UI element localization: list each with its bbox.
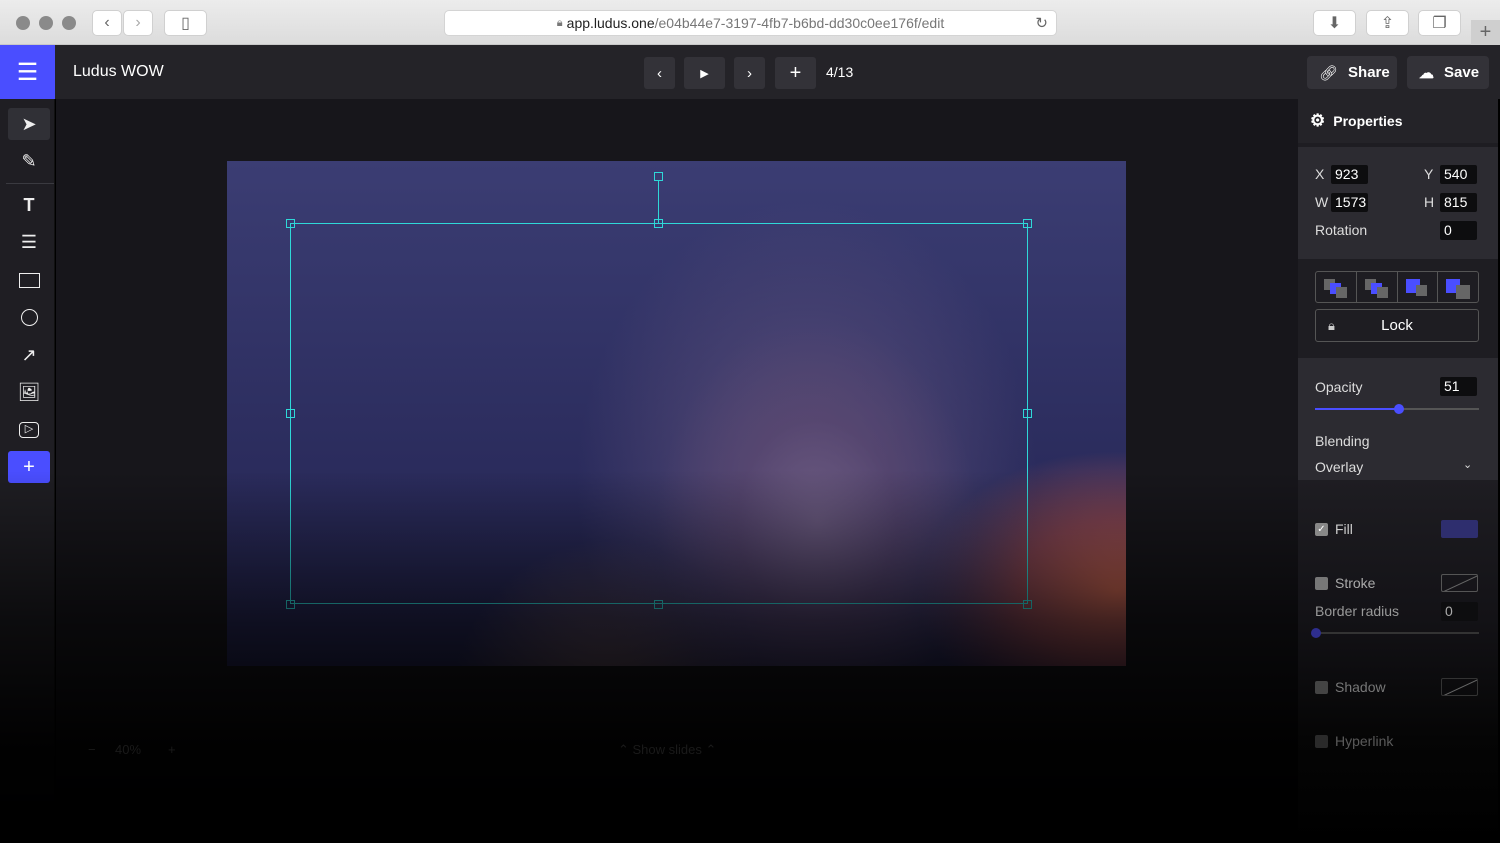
pen-tool-icon[interactable]: ✎ <box>8 145 50 177</box>
send-backward-icon[interactable] <box>1357 272 1398 302</box>
sidebar-toggle-icon[interactable]: ▯ <box>164 10 207 36</box>
opacity-label: Opacity <box>1315 379 1363 395</box>
hyperlink-label: Hyperlink <box>1335 733 1394 749</box>
x-label: X <box>1315 166 1325 182</box>
forward-button[interactable]: › <box>123 10 153 36</box>
w-label: W <box>1315 194 1329 210</box>
lock-label: Lock <box>1381 317 1413 334</box>
resize-handle-w[interactable] <box>286 409 295 418</box>
y-label: Y <box>1424 166 1434 182</box>
zoom-out-button[interactable]: − <box>88 742 96 757</box>
send-to-back-icon[interactable] <box>1316 272 1357 302</box>
zoom-in-button[interactable]: + <box>168 742 176 757</box>
url-path: /e04b44e7-3197-4fb7-b6bd-dd30c0ee176f/ed… <box>654 15 945 31</box>
stroke-label: Stroke <box>1335 575 1376 591</box>
resize-handle-ne[interactable] <box>1023 219 1032 228</box>
browser-chrome: ‹ › ▯ 🔒︎ app.ludus.one/e04b44e7-3197-4fb… <box>0 0 1500 45</box>
zoom-window-button[interactable] <box>62 16 76 30</box>
stroke-color-swatch[interactable] <box>1441 574 1478 592</box>
image-tool-icon[interactable]: 🖼︎ <box>8 376 50 408</box>
link-icon: 🔗︎ <box>1319 64 1339 82</box>
lock-button[interactable]: 🔒︎ Lock <box>1315 309 1479 342</box>
text-tool-icon[interactable]: T <box>8 189 50 221</box>
previous-slide-button[interactable]: ‹ <box>644 57 675 89</box>
minimize-window-button[interactable] <box>39 16 53 30</box>
gear-icon: ⚙ <box>1310 111 1326 130</box>
page-indicator: 4/13 <box>826 64 854 80</box>
opacity-slider-thumb[interactable] <box>1393 404 1404 414</box>
show-slides-label: Show slides <box>632 742 702 757</box>
opacity-input[interactable]: 51 <box>1440 377 1477 396</box>
bring-to-front-icon[interactable] <box>1438 272 1478 302</box>
resize-handle-nw[interactable] <box>286 219 295 228</box>
blending-select[interactable]: Overlay <box>1315 459 1363 475</box>
cloud-icon: ☁ <box>1419 64 1434 82</box>
add-slide-button[interactable]: + <box>775 57 816 89</box>
border-radius-slider-thumb[interactable] <box>1311 628 1321 638</box>
hyperlink-checkbox[interactable] <box>1315 735 1328 748</box>
bottom-fade-overlay <box>0 470 1298 843</box>
fill-label: Fill <box>1335 521 1353 537</box>
zoom-level: 40% <box>115 742 142 757</box>
share-label: Share <box>1348 64 1390 81</box>
shadow-checkbox[interactable] <box>1315 681 1328 694</box>
reload-icon[interactable]: ↻ <box>1035 14 1048 32</box>
save-button[interactable]: ☁ Save <box>1407 56 1489 89</box>
show-slides-toggle[interactable]: ⌃ Show slides ⌃ <box>618 742 716 758</box>
rotation-label: Rotation <box>1315 222 1368 238</box>
fill-checkbox[interactable]: ✓ <box>1315 523 1328 536</box>
geometry-section: X 923 Y 540 W 1573 H 815 Rotation 0 <box>1298 147 1498 259</box>
resize-handle-e[interactable] <box>1023 409 1032 418</box>
border-radius-label: Border radius <box>1315 603 1400 619</box>
shadow-label: Shadow <box>1335 679 1386 695</box>
rotation-handle-line <box>658 180 659 223</box>
app-header: ☰ Ludus WOW ‹ ▶ › + 4/13 🔗︎ Share ☁ Save <box>0 45 1500 99</box>
border-radius-input[interactable]: 0 <box>1441 602 1478 621</box>
next-slide-button[interactable]: › <box>734 57 765 89</box>
h-label: H <box>1424 194 1435 210</box>
arrow-tool-icon[interactable]: ↗ <box>8 339 50 371</box>
share-button[interactable]: 🔗︎ Share <box>1307 56 1397 89</box>
download-icon[interactable]: ⬇ <box>1313 10 1356 36</box>
share-browser-icon[interactable]: ⇪ <box>1366 10 1409 36</box>
address-bar[interactable]: 🔒︎ app.ludus.one/e04b44e7-3197-4fb7-b6bd… <box>444 10 1057 36</box>
opacity-slider[interactable] <box>1315 404 1479 414</box>
select-tool-icon[interactable]: ➤ <box>8 108 50 140</box>
width-input[interactable]: 1573 <box>1331 193 1368 212</box>
lock-icon: 🔒︎ <box>556 16 563 29</box>
fill-color-swatch[interactable] <box>1441 520 1478 538</box>
stroke-checkbox[interactable] <box>1315 577 1328 590</box>
ellipse-tool-icon[interactable] <box>8 301 50 333</box>
padlock-icon: 🔒︎ <box>1328 317 1335 333</box>
resize-handle-n[interactable] <box>654 219 663 228</box>
properties-header: ⚙ Properties <box>1298 99 1498 143</box>
layer-order-buttons <box>1315 271 1479 303</box>
height-input[interactable]: 815 <box>1440 193 1477 212</box>
save-label: Save <box>1444 64 1480 81</box>
appearance-section: Opacity 51 Blending Overlay ⌄ <box>1298 358 1498 480</box>
shadow-color-swatch[interactable] <box>1441 678 1478 696</box>
rectangle-tool-icon[interactable] <box>8 264 50 296</box>
presentation-title[interactable]: Ludus WOW <box>73 63 164 81</box>
tabs-overview-icon[interactable]: ❐ <box>1418 10 1461 36</box>
properties-panel: ⚙ Properties X 923 Y 540 W 1573 H 815 Rot… <box>1298 99 1498 843</box>
hamburger-menu-icon[interactable]: ☰ <box>0 45 55 99</box>
rotation-input[interactable]: 0 <box>1440 221 1477 240</box>
divider <box>6 183 54 184</box>
close-window-button[interactable] <box>16 16 30 30</box>
url-host: app.ludus.one <box>566 15 655 31</box>
back-button[interactable]: ‹ <box>92 10 122 36</box>
properties-title: Properties <box>1333 113 1403 129</box>
new-tab-button[interactable]: + <box>1471 20 1500 45</box>
chevron-down-icon[interactable]: ⌄ <box>1463 458 1472 471</box>
list-tool-icon[interactable]: ☰ <box>8 226 50 258</box>
video-tool-icon[interactable]: ▷ <box>8 414 50 446</box>
x-input[interactable]: 923 <box>1331 165 1368 184</box>
rotation-handle[interactable] <box>654 172 663 181</box>
border-radius-slider[interactable] <box>1311 628 1479 638</box>
y-input[interactable]: 540 <box>1440 165 1477 184</box>
bring-forward-icon[interactable] <box>1398 272 1439 302</box>
play-button[interactable]: ▶ <box>684 57 725 89</box>
blending-label: Blending <box>1315 433 1370 449</box>
